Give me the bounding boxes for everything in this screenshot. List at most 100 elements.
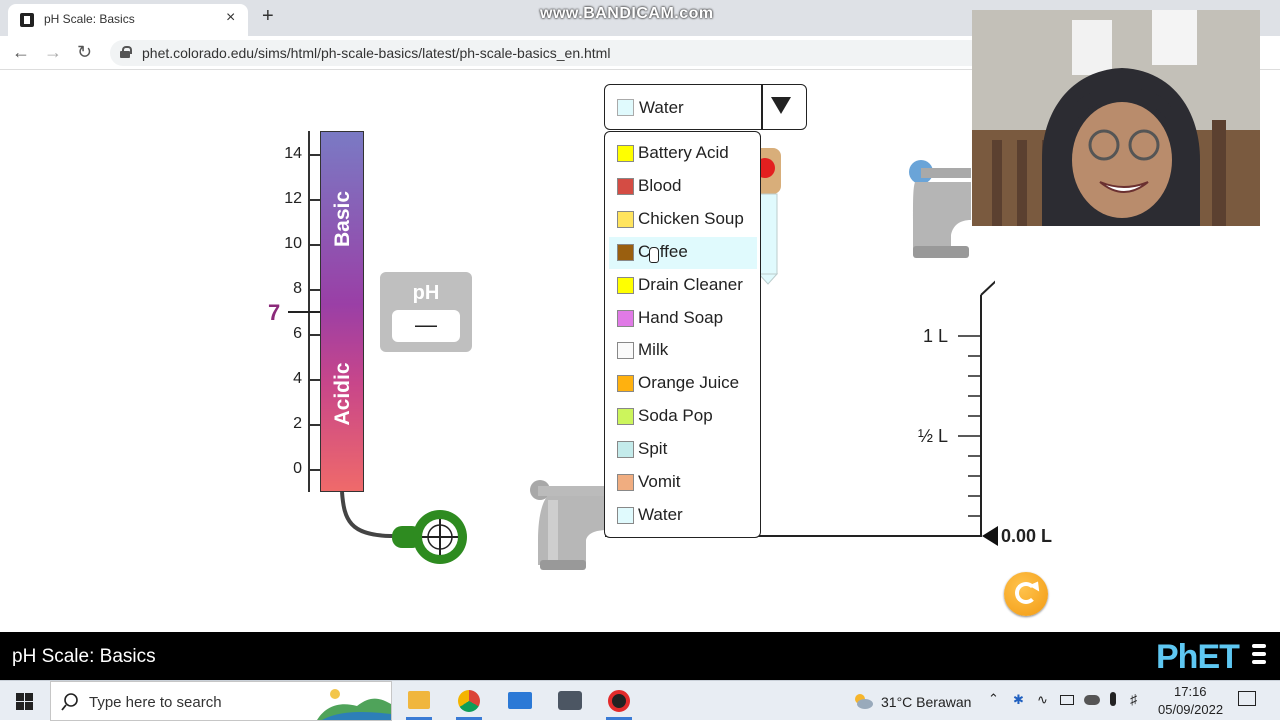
windows-taskbar: Type here to search 31°C Berawan ⌃ ✱ ∿ ♯…	[0, 680, 1280, 721]
tick-10	[308, 244, 320, 246]
solute-option[interactable]: Drain Cleaner	[605, 270, 760, 302]
url-field[interactable]: phet.colorado.edu/sims/html/ph-scale-bas…	[110, 40, 1010, 66]
wifi-icon[interactable]: ∿	[1037, 692, 1048, 708]
tick-label-4: 4	[293, 370, 302, 387]
ph-scale-bar: Basic Acidic	[320, 131, 364, 492]
sim-title: pH Scale: Basics	[12, 646, 156, 667]
search-icon	[61, 693, 78, 711]
solute-swatch	[617, 441, 634, 459]
reload-icon[interactable]: ↻	[77, 42, 92, 63]
tick-6	[308, 334, 320, 336]
solute-option[interactable]: Soda Pop	[605, 401, 760, 433]
webcam-person-image	[972, 10, 1260, 226]
solute-option-label: Soda Pop	[638, 406, 713, 426]
tick-label-8: 8	[293, 280, 302, 297]
volume-pointer-icon	[982, 526, 998, 546]
reset-all-button[interactable]	[1004, 572, 1048, 616]
battery-icon[interactable]	[1060, 695, 1074, 705]
solute-option[interactable]: Milk	[605, 335, 760, 367]
tick-2	[308, 424, 320, 426]
solute-option[interactable]: Battery Acid	[605, 138, 760, 170]
acidic-label: Acidic	[331, 362, 354, 426]
solute-option-label: Vomit	[638, 472, 681, 491]
tick-14	[308, 154, 320, 156]
solute-swatch	[617, 342, 634, 360]
solute-swatch	[617, 177, 634, 195]
beaker-label-half: ½ L	[918, 426, 949, 446]
ph-readout-box: pH —	[380, 272, 472, 352]
sim-navigation-bar: pH Scale: Basics PhET	[0, 632, 1280, 680]
tray-overflow-icon[interactable]: ⌃	[988, 691, 999, 707]
solute-option-label: Water	[638, 504, 683, 524]
solute-option-label: Hand Soap	[638, 307, 724, 327]
solute-swatch	[617, 506, 634, 524]
dropdown-arrow-icon[interactable]	[771, 97, 791, 114]
taskbar-search-box[interactable]: Type here to search	[50, 681, 392, 721]
new-tab-button[interactable]: +	[262, 5, 274, 28]
webcam-overlay	[972, 10, 1260, 226]
microphone-icon[interactable]	[1110, 692, 1116, 706]
notification-icon[interactable]	[1238, 691, 1256, 706]
onedrive-icon[interactable]	[1084, 695, 1100, 705]
neutral-marker-label: 7	[268, 300, 281, 325]
solute-swatch	[617, 408, 634, 426]
solute-option-label: Milk	[638, 340, 669, 360]
browser-tab[interactable]: pH Scale: Basics ×	[8, 4, 248, 36]
solute-option-label: Blood	[638, 175, 682, 195]
solute-option-label: Battery Acid	[638, 143, 729, 162]
solute-option-label: Drain Cleaner	[638, 274, 743, 294]
weather-text[interactable]: 31°C Berawan	[881, 694, 971, 710]
mail-icon[interactable]	[508, 692, 532, 709]
tab-title: pH Scale: Basics	[44, 12, 135, 26]
solute-option[interactable]: Spit	[605, 434, 760, 466]
solute-option[interactable]: Orange Juice	[605, 368, 760, 400]
tick-4	[308, 379, 320, 381]
solute-combo-box[interactable]: Water	[604, 84, 807, 130]
combo-divider	[761, 85, 763, 129]
water-faucet[interactable]	[905, 150, 975, 265]
bluetooth-icon[interactable]: ✱	[1013, 692, 1024, 708]
beaker-label-1l: 1 L	[923, 326, 949, 346]
bandicam-record-icon[interactable]	[608, 690, 630, 712]
lock-icon	[120, 46, 132, 58]
solute-swatch	[617, 276, 634, 294]
tick-label-12: 12	[284, 190, 302, 207]
tab-close-icon[interactable]: ×	[226, 9, 235, 27]
tick-label-6: 6	[293, 325, 302, 342]
volume-readout: 0.00 L	[1001, 526, 1053, 546]
ph-probe[interactable]	[330, 490, 480, 570]
chrome-icon[interactable]	[458, 690, 480, 712]
back-arrow-icon[interactable]: ←	[12, 42, 30, 63]
ph-readout-value: —	[392, 310, 460, 342]
tick-label-14: 14	[284, 145, 302, 162]
tick-label-10: 10	[284, 235, 302, 252]
tick-12	[308, 199, 320, 201]
solute-option[interactable]: Blood	[605, 171, 760, 203]
windows-start-icon[interactable]	[16, 693, 33, 710]
solute-option[interactable]: Coffee	[609, 236, 757, 269]
volume-icon[interactable]: ♯	[1130, 691, 1137, 707]
solute-option[interactable]: Vomit	[605, 467, 760, 499]
selected-solute-label: Water	[639, 98, 684, 117]
neutral-marker-line	[288, 311, 320, 313]
solute-option[interactable]: Hand Soap	[605, 303, 760, 335]
solute-option-label: Spit	[638, 439, 668, 459]
clock-date[interactable]: 05/09/2022	[1158, 702, 1223, 717]
clock-time[interactable]: 17:16	[1174, 684, 1207, 699]
camera-app-icon[interactable]	[558, 691, 582, 710]
phet-menu-icon[interactable]	[1252, 644, 1266, 666]
solute-option-label: Chicken Soup	[638, 208, 744, 228]
search-highlight-image	[317, 689, 391, 720]
solute-option[interactable]: Water	[605, 500, 760, 532]
tick-0	[308, 469, 320, 471]
forward-arrow-icon[interactable]: →	[44, 42, 62, 63]
tick-8	[308, 289, 320, 291]
phet-favicon-icon	[20, 13, 34, 27]
solute-option[interactable]: Chicken Soup	[605, 204, 760, 236]
file-explorer-icon[interactable]	[408, 691, 430, 709]
phet-logo[interactable]: PhET	[1156, 638, 1240, 677]
solute-swatch	[617, 210, 634, 228]
weather-cloud-icon	[855, 694, 873, 709]
basic-label: Basic	[331, 190, 354, 248]
solute-swatch	[617, 375, 634, 393]
